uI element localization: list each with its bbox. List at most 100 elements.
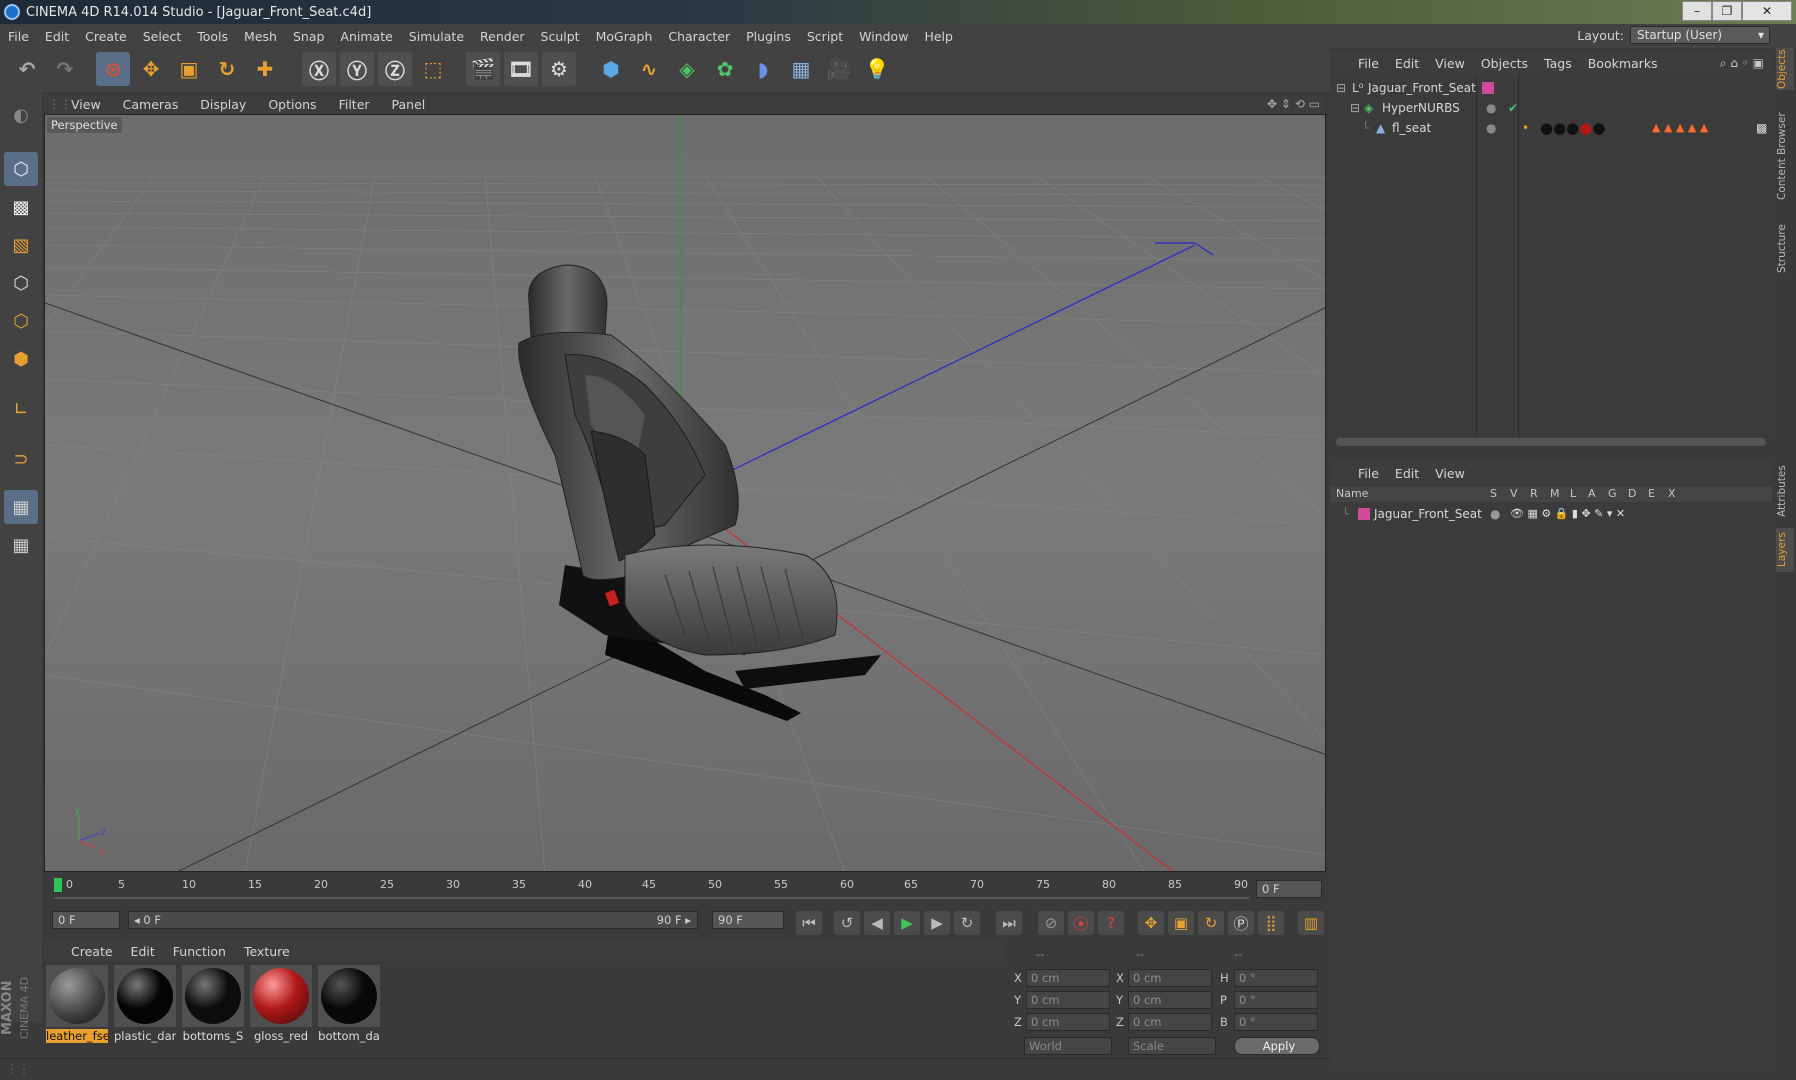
- material-swatch[interactable]: plastic_dar: [114, 965, 178, 1045]
- rot-p-field[interactable]: 0 °: [1234, 991, 1318, 1009]
- menu-simulate[interactable]: Simulate: [401, 29, 472, 44]
- cube-primitive-icon[interactable]: ⬢: [594, 52, 628, 86]
- viewport-menu-view[interactable]: View: [60, 97, 112, 112]
- add-tool-icon[interactable]: ✚: [248, 52, 282, 86]
- end-frame-field[interactable]: 90 F: [712, 911, 784, 929]
- objects-scrollbar[interactable]: [1336, 438, 1766, 446]
- key-position-icon[interactable]: ✥: [1138, 911, 1164, 935]
- key-scale-icon[interactable]: ▣: [1168, 911, 1194, 935]
- texture-mode-icon[interactable]: ▩: [4, 190, 38, 224]
- material-menu-create[interactable]: Create: [62, 944, 122, 959]
- auto-keying-icon[interactable]: ⦿: [1068, 911, 1094, 935]
- viewport-menu-panel[interactable]: Panel: [381, 97, 437, 112]
- material-menu-function[interactable]: Function: [164, 944, 235, 959]
- layer-color-swatch[interactable]: [1358, 508, 1370, 520]
- y-axis-lock-icon[interactable]: Ⓨ: [340, 52, 374, 86]
- make-editable-icon[interactable]: ◐: [4, 98, 38, 132]
- menu-script[interactable]: Script: [799, 29, 851, 44]
- seat-model[interactable]: [518, 264, 881, 721]
- array-icon[interactable]: ✿: [708, 52, 742, 86]
- uvw-tag-icon[interactable]: ▩: [1756, 118, 1767, 138]
- material-swatch[interactable]: gloss_red: [250, 965, 314, 1045]
- pos-z-field[interactable]: 0 cm: [1026, 1013, 1110, 1031]
- start-frame-field[interactable]: 0 F: [52, 911, 120, 929]
- key-rotation-icon[interactable]: ↻: [1198, 911, 1224, 935]
- viewport-nav-icons[interactable]: ✥ ⇕ ⟲ ▭: [1267, 97, 1320, 111]
- render-view-icon[interactable]: 🎬: [466, 52, 500, 86]
- next-frame-icon[interactable]: ▶: [924, 911, 950, 935]
- menu-snap[interactable]: Snap: [285, 29, 332, 44]
- render-settings-icon[interactable]: ⚙: [542, 52, 576, 86]
- menu-character[interactable]: Character: [660, 29, 738, 44]
- layout-dropdown[interactable]: Startup (User): [1630, 26, 1770, 44]
- object-row[interactable]: ⊟ ◈ HyperNURBS ● ✔: [1330, 98, 1772, 118]
- scale-icon[interactable]: ▣: [172, 52, 206, 86]
- workplane-mode-icon[interactable]: ▧: [4, 228, 38, 262]
- polygons-mode-icon[interactable]: ⬢: [4, 342, 38, 376]
- objects-menu-objects[interactable]: Objects: [1473, 56, 1536, 71]
- size-z-field[interactable]: 0 cm: [1128, 1013, 1212, 1031]
- material-menu-texture[interactable]: Texture: [235, 944, 299, 959]
- menu-file[interactable]: File: [0, 29, 37, 44]
- minimize-button[interactable]: –: [1682, 1, 1712, 21]
- timeline-window-icon[interactable]: ▥: [1298, 911, 1324, 935]
- play-icon[interactable]: ▶: [894, 911, 920, 935]
- size-y-field[interactable]: 0 cm: [1128, 991, 1212, 1009]
- layer-solo-icon[interactable]: ●: [1490, 504, 1500, 524]
- nurbs-icon[interactable]: ◈: [670, 52, 704, 86]
- light-icon[interactable]: 💡: [860, 52, 894, 86]
- animation-workplane-icon[interactable]: ▦: [4, 528, 38, 562]
- object-row[interactable]: └ ▲ fl_seat ● • ●●●●● ▲ ▲ ▲ ▲ ▲ ▩: [1330, 118, 1772, 138]
- collapse-icon[interactable]: ⊟: [1336, 78, 1346, 98]
- spline-pen-icon[interactable]: ∿: [632, 52, 666, 86]
- live-selection-icon[interactable]: ⊙: [96, 52, 130, 86]
- key-parameter-icon[interactable]: Ⓟ: [1228, 911, 1254, 935]
- menu-edit[interactable]: Edit: [37, 29, 77, 44]
- key-pla-icon[interactable]: ⣿: [1258, 911, 1284, 935]
- close-button[interactable]: ✕: [1742, 1, 1792, 21]
- previous-key-icon[interactable]: ↺: [834, 911, 860, 935]
- menu-plugins[interactable]: Plugins: [738, 29, 799, 44]
- z-axis-lock-icon[interactable]: Ⓩ: [378, 52, 412, 86]
- menu-animate[interactable]: Animate: [332, 29, 400, 44]
- coord-mode-dropdown[interactable]: World: [1024, 1037, 1112, 1055]
- layer-flag-icons[interactable]: 👁 ▦ ⚙ 🔒 ▮ ✥ ✎ ▾ ✕: [1510, 504, 1625, 524]
- apply-button[interactable]: Apply: [1234, 1037, 1320, 1055]
- move-icon[interactable]: ✥: [134, 52, 168, 86]
- 3d-viewport[interactable]: y z x Perspective: [44, 114, 1326, 872]
- visibility-dots-icon[interactable]: ●: [1486, 118, 1496, 138]
- coord-scale-dropdown[interactable]: Scale: [1128, 1037, 1216, 1055]
- points-mode-icon[interactable]: ⬡: [4, 266, 38, 300]
- layer-row[interactable]: └ Jaguar_Front_Seat ● 👁 ▦ ⚙ 🔒 ▮ ✥ ✎ ▾ ✕: [1330, 504, 1772, 524]
- side-tab-layers[interactable]: Layers: [1776, 528, 1794, 572]
- collapse-icon[interactable]: ⊟: [1350, 98, 1360, 118]
- layers-menu-file[interactable]: File: [1350, 466, 1387, 481]
- floor-scene-icon[interactable]: ▦: [784, 52, 818, 86]
- workplane-lock-icon[interactable]: ▦: [4, 490, 38, 524]
- previous-frame-icon[interactable]: ◀: [864, 911, 890, 935]
- menu-sculpt[interactable]: Sculpt: [533, 29, 588, 44]
- menu-render[interactable]: Render: [472, 29, 533, 44]
- magnet-snap-icon[interactable]: ⊃: [4, 442, 38, 476]
- side-tab-structure[interactable]: Structure: [1776, 218, 1794, 280]
- axis-mode-icon[interactable]: ∟: [4, 392, 38, 426]
- pos-x-field[interactable]: 0 cm: [1026, 969, 1110, 987]
- x-axis-lock-icon[interactable]: Ⓧ: [302, 52, 336, 86]
- material-menu-edit[interactable]: Edit: [122, 944, 164, 959]
- material-tag-icons[interactable]: ●●●●●: [1540, 118, 1605, 138]
- size-x-field[interactable]: 0 cm: [1128, 969, 1212, 987]
- keyframe-selection-icon[interactable]: ?: [1098, 911, 1124, 935]
- go-to-start-icon[interactable]: ⏮: [796, 911, 822, 935]
- next-key-icon[interactable]: ↻: [954, 911, 980, 935]
- selection-tag-icons[interactable]: ▲ ▲ ▲ ▲ ▲: [1652, 118, 1708, 138]
- redo-icon[interactable]: ↷: [48, 52, 82, 86]
- menu-create[interactable]: Create: [77, 29, 135, 44]
- pos-y-field[interactable]: 0 cm: [1026, 991, 1110, 1009]
- objects-search-icon[interactable]: ⌕ ⌂ ◦ ▣: [1720, 56, 1764, 71]
- phong-tag-icon[interactable]: •: [1522, 118, 1529, 138]
- objects-menu-bookmarks[interactable]: Bookmarks: [1580, 56, 1666, 71]
- menu-mesh[interactable]: Mesh: [236, 29, 285, 44]
- visibility-dots-icon[interactable]: ●: [1486, 98, 1496, 118]
- layers-menu-edit[interactable]: Edit: [1387, 466, 1427, 481]
- side-tab-objects[interactable]: Objects: [1776, 48, 1794, 90]
